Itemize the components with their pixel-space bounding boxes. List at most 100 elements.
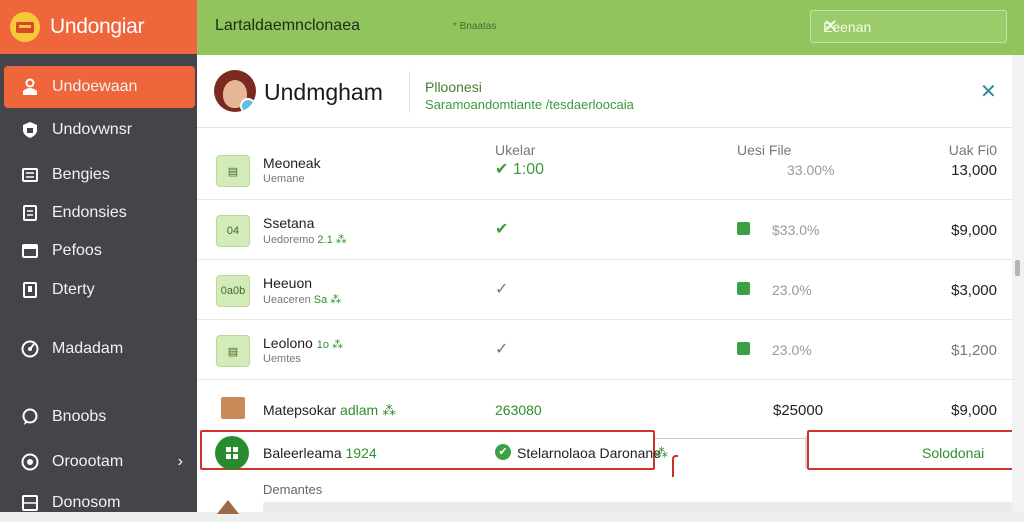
row-percent: 23.0%: [772, 282, 812, 298]
sidebar-item-donosom[interactable]: Donosom: [0, 484, 197, 522]
selected-name-tag: 1924: [345, 445, 377, 461]
status-square-icon: [737, 222, 750, 235]
check-icon: ✓: [495, 341, 509, 358]
scrollbar[interactable]: [1012, 55, 1024, 512]
status-badge-icon: [240, 98, 256, 112]
row-subtitle: Ueaceren Sa ⁂: [263, 293, 341, 306]
details-panel: Undmgham Plloonesi Saramoandomtiante /te…: [197, 55, 1017, 514]
list-icon: [20, 165, 40, 185]
chevron-right-icon[interactable]: ›: [178, 453, 183, 471]
row-subtitle-text: Uedoremo: [263, 234, 318, 246]
row-subtitle-text: Ueaceren: [263, 294, 314, 306]
check-icon: ✔: [495, 444, 511, 460]
row-document-icon: ▤: [216, 335, 250, 367]
row-amount: $3,000: [951, 282, 997, 299]
scrollbar-thumb[interactable]: [1015, 260, 1020, 276]
action-highlight[interactable]: [807, 430, 1017, 470]
sidebar-item-label: Undoewaan: [52, 78, 138, 95]
sidebar-item-endonsies[interactable]: Endonsies: [0, 194, 197, 232]
page-icon: [20, 280, 40, 300]
sidebar-item-label: Endonsies: [52, 204, 127, 221]
status-square-icon: [737, 342, 750, 355]
sidebar-item-label: Oroootam: [52, 453, 124, 470]
footer-bar: [263, 502, 1012, 512]
shield-icon: [20, 120, 40, 140]
row-subtitle-tag: Sa ⁂: [313, 294, 342, 306]
user-icon: [20, 77, 40, 97]
sidebar-item-label: Undovwnsr: [52, 121, 133, 138]
sidebar-item-label: Donosom: [52, 494, 121, 511]
row-subtitle-tag: 2.1 ⁂: [317, 234, 347, 246]
sidebar-item-label: Pefoos: [52, 242, 102, 259]
box-icon: [221, 397, 245, 419]
selected-label: Stelarnolaoa Daronane: [517, 445, 661, 461]
summary-row[interactable]: Matepsokar adlam ⁂ 263080 $25000 $9,000: [197, 380, 1012, 428]
sidebar-item-dterty[interactable]: Dterty: [0, 271, 197, 309]
selected-name-text: Baleerleama: [263, 445, 346, 461]
clear-search-icon[interactable]: ✕: [823, 16, 994, 37]
brand-header[interactable]: Undongiar: [0, 0, 197, 54]
footer-label: Demantes: [263, 482, 323, 497]
row-amount: 13,000: [951, 162, 997, 179]
table-row[interactable]: 0a0b Heeuon Ueaceren Sa ⁂ ✓ 23.0% $3,000: [197, 260, 1012, 320]
row-percent: $33.0%: [772, 222, 820, 238]
page-title: Lartaldaemnclonaea: [215, 17, 360, 34]
row-percent: 33.00%: [787, 162, 835, 178]
app-title: Undongiar: [50, 15, 145, 38]
table-row[interactable]: ▤ Leolono 1o ⁂ Uemtes ✓ 23.0% $1,200: [197, 320, 1012, 380]
chat-icon: [20, 407, 40, 427]
server-icon: [20, 493, 40, 513]
row-name: Meoneak: [263, 155, 321, 171]
row-document-icon: ▤: [216, 155, 250, 187]
row-subtitle: Uemtes: [263, 353, 301, 365]
selected-tag: ⁂: [655, 445, 668, 460]
summary-name: Matepsokar adlam ⁂: [263, 402, 396, 419]
search-input[interactable]: Eeenan ✕: [810, 10, 1007, 43]
sidebar-item-pefoos[interactable]: Pefoos: [0, 232, 197, 270]
row-tag-icon: 0a0b: [216, 275, 250, 307]
check-icon: ✓: [495, 281, 509, 298]
sidebar-item-label: Bnoobs: [52, 408, 107, 425]
app-logo-icon: [10, 12, 40, 42]
top-subtitle: * Bnaatas: [453, 21, 497, 32]
summary-amount: $25000: [773, 402, 824, 419]
row-amount: $1,200: [951, 342, 997, 359]
close-icon[interactable]: ✕: [980, 79, 997, 104]
sidebar-item-madadam[interactable]: Madadam: [0, 330, 197, 368]
sidebar: Undongiar Undoewaan Undovwnsr Bengies En…: [0, 0, 197, 512]
annotation-mark: [672, 455, 678, 477]
sidebar-item-label: Dterty: [52, 281, 95, 298]
row-amount: $9,000: [951, 222, 997, 239]
sidebar-item-oroootam[interactable]: Oroootam ›: [0, 443, 197, 481]
profile-header: Undmgham Plloonesi Saramoandomtiante /te…: [197, 55, 1012, 128]
row-subtitle: Uemane: [263, 173, 305, 185]
window-icon: [20, 241, 40, 261]
action-link[interactable]: Solodonai: [922, 445, 984, 461]
summary-total: $9,000: [951, 402, 997, 419]
row-name-text: Leolono: [263, 335, 317, 351]
sidebar-item-label: Madadam: [52, 340, 124, 357]
sidebar-item-label: Bengies: [52, 166, 110, 183]
record-icon: [20, 452, 40, 472]
row-name: Leolono 1o ⁂: [263, 335, 343, 351]
status-square-icon: [737, 282, 750, 295]
profile-name: Undmgham: [264, 79, 383, 105]
document-icon: [20, 203, 40, 223]
divider: [409, 71, 410, 113]
summary-name-text: Matepsokar: [263, 402, 341, 418]
dashboard-icon: [20, 339, 40, 359]
sidebar-item-undovwnsr[interactable]: Undovwnsr: [0, 111, 197, 149]
avatar[interactable]: [214, 70, 256, 112]
sidebar-item-undoewaan[interactable]: Undoewaan: [4, 66, 195, 108]
row-tag-icon: 04: [216, 215, 250, 247]
summary-value: 263080: [495, 402, 542, 418]
table-row[interactable]: ▤ Meoneak Uemane ✔ 1:00 33.00% 13,000: [197, 140, 1012, 200]
table-row[interactable]: 04 Ssetana Uedoremo 2.1 ⁂ ✔ $33.0% $9,00…: [197, 200, 1012, 260]
app-window: Undongiar Undoewaan Undovwnsr Bengies En…: [0, 0, 1024, 514]
profile-label: Plloonesi: [425, 79, 482, 95]
row-subtitle: Uedoremo 2.1 ⁂: [263, 233, 347, 246]
sidebar-item-bnoobs[interactable]: Bnoobs: [0, 398, 197, 436]
sidebar-item-bengies[interactable]: Bengies: [0, 156, 197, 194]
row-name: Ssetana: [263, 215, 315, 231]
profile-breadcrumb[interactable]: Saramoandomtiante /tesdaerloocaia: [425, 97, 634, 112]
